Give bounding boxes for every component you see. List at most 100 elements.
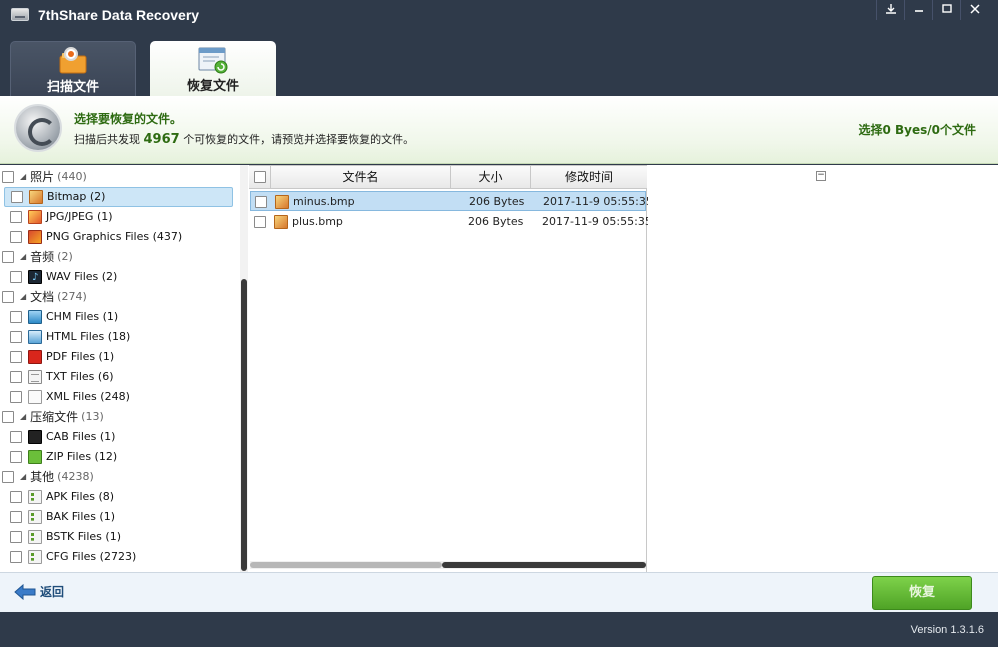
gen-file-icon bbox=[28, 530, 42, 544]
category-checkbox[interactable] bbox=[2, 471, 14, 483]
tree-category[interactable]: ◢ 其他 (4238) bbox=[2, 467, 94, 487]
tree-file-type[interactable]: TXT Files (6) bbox=[10, 367, 114, 387]
file-type-checkbox[interactable] bbox=[10, 231, 22, 243]
gen-file-icon bbox=[28, 510, 42, 524]
expand-triangle-icon[interactable]: ◢ bbox=[20, 467, 26, 487]
tree-scrollbar[interactable] bbox=[240, 165, 248, 572]
pdf-file-icon bbox=[28, 350, 42, 364]
select-all-cell bbox=[249, 166, 271, 189]
file-type-checkbox[interactable] bbox=[10, 491, 22, 503]
header-summary: 扫描后共发现 4967 个可恢复的文件，请预览并选择要恢复的文件。 bbox=[74, 131, 414, 147]
file-type-label: CFG Files (2723) bbox=[46, 550, 137, 563]
select-all-checkbox[interactable] bbox=[253, 171, 266, 183]
tree-category[interactable]: ◢ 音频 (2) bbox=[2, 247, 73, 267]
list-hscrollbar[interactable] bbox=[250, 561, 646, 569]
tree-file-type[interactable]: BSTK Files (1) bbox=[10, 527, 121, 547]
tree-file-type[interactable]: BAK Files (1) bbox=[10, 507, 115, 527]
file-type-checkbox[interactable] bbox=[10, 211, 22, 223]
file-type-checkbox[interactable] bbox=[10, 351, 22, 363]
file-type-tree: ◢ 照片 (440) Bitmap (2) JPG/JPEG (1) PNG Graphi… bbox=[0, 165, 248, 572]
recover-icon bbox=[197, 46, 229, 74]
preview-pane: − bbox=[648, 165, 998, 572]
minimize-icon[interactable] bbox=[904, 0, 932, 20]
tree-category[interactable]: ◢ 压缩文件 (13) bbox=[2, 407, 104, 427]
file-type-label: BSTK Files (1) bbox=[46, 530, 121, 543]
tree-file-type[interactable]: HTML Files (18) bbox=[10, 327, 130, 347]
file-checkbox[interactable] bbox=[255, 196, 267, 208]
file-type-checkbox[interactable] bbox=[10, 511, 22, 523]
column-modified[interactable]: 修改时间 bbox=[531, 166, 647, 189]
expand-triangle-icon[interactable]: ◢ bbox=[20, 407, 26, 427]
tree-file-type[interactable]: APK Files (8) bbox=[10, 487, 114, 507]
file-checkbox[interactable] bbox=[254, 216, 266, 228]
tree-category[interactable]: ◢ 文档 (274) bbox=[2, 287, 87, 307]
category-checkbox[interactable] bbox=[2, 251, 14, 263]
bmp-file-icon bbox=[29, 190, 43, 204]
category-count: (13) bbox=[81, 410, 104, 423]
tree-file-type[interactable]: PDF Files (1) bbox=[10, 347, 114, 367]
file-type-checkbox[interactable] bbox=[10, 331, 22, 343]
tab-recover-files[interactable]: 恢复文件 bbox=[150, 41, 276, 96]
file-type-label: WAV Files (2) bbox=[46, 270, 118, 283]
file-type-checkbox[interactable] bbox=[10, 371, 22, 383]
file-type-checkbox[interactable] bbox=[10, 551, 22, 563]
back-label: 返回 bbox=[40, 585, 65, 599]
tree-file-type[interactable]: PNG Graphics Files (437) bbox=[10, 227, 182, 247]
file-type-checkbox[interactable] bbox=[11, 191, 23, 203]
selection-status: 选择0 Byes/0个文件 bbox=[858, 123, 976, 137]
summary-suffix: 个可恢复的文件，请预览并选择要恢复的文件。 bbox=[183, 133, 415, 146]
category-count: (440) bbox=[57, 170, 87, 183]
file-modified: 2017-11-9 05:55:35 bbox=[543, 195, 653, 208]
tree-file-type[interactable]: CFG Files (2723) bbox=[10, 547, 136, 567]
file-type-label: XML Files (248) bbox=[46, 390, 130, 403]
tree-category[interactable]: ◢ 照片 (440) bbox=[2, 167, 87, 187]
column-size[interactable]: 大小 bbox=[451, 166, 531, 189]
tree-file-type[interactable]: CHM Files (1) bbox=[10, 307, 118, 327]
file-type-checkbox[interactable] bbox=[10, 311, 22, 323]
xml-file-icon bbox=[28, 390, 42, 404]
scan-icon bbox=[58, 47, 90, 75]
category-checkbox[interactable] bbox=[2, 411, 14, 423]
tab-scan-files[interactable]: 扫描文件 bbox=[10, 41, 136, 96]
file-type-checkbox[interactable] bbox=[10, 531, 22, 543]
column-name[interactable]: 文件名 bbox=[271, 166, 451, 189]
tree-scroll-thumb[interactable] bbox=[241, 279, 247, 571]
file-type-checkbox[interactable] bbox=[10, 391, 22, 403]
recover-button[interactable]: 恢复 bbox=[872, 576, 972, 610]
expand-triangle-icon[interactable]: ◢ bbox=[20, 247, 26, 267]
category-count: (2) bbox=[57, 250, 73, 263]
file-type-checkbox[interactable] bbox=[10, 271, 22, 283]
category-checkbox[interactable] bbox=[2, 171, 14, 183]
expand-triangle-icon[interactable]: ◢ bbox=[20, 167, 26, 187]
category-count: (274) bbox=[57, 290, 87, 303]
cab-file-icon bbox=[28, 430, 42, 444]
file-list: 文件名 大小 修改时间 minus.bmp 206 Bytes 2017-11-9 … bbox=[249, 165, 653, 572]
tree-file-type[interactable]: Bitmap (2) bbox=[4, 187, 233, 207]
tree-file-type[interactable]: ZIP Files (12) bbox=[10, 447, 117, 467]
file-row[interactable]: plus.bmp 206 Bytes 2017-11-9 05:55:35 bbox=[250, 212, 652, 232]
wav-file-icon bbox=[28, 268, 42, 288]
file-name: minus.bmp bbox=[293, 195, 355, 208]
recovery-wizard-icon bbox=[14, 104, 62, 152]
file-type-checkbox[interactable] bbox=[10, 451, 22, 463]
maximize-icon[interactable] bbox=[932, 0, 960, 20]
category-count: (4238) bbox=[57, 470, 94, 483]
tree-file-type[interactable]: JPG/JPEG (1) bbox=[10, 207, 113, 227]
tree-file-type[interactable]: WAV Files (2) bbox=[10, 267, 118, 288]
file-type-checkbox[interactable] bbox=[10, 431, 22, 443]
file-row[interactable]: minus.bmp 206 Bytes 2017-11-9 05:55:35 bbox=[250, 191, 653, 211]
expand-triangle-icon[interactable]: ◢ bbox=[20, 287, 26, 307]
file-type-label: CHM Files (1) bbox=[46, 310, 119, 323]
download-icon[interactable] bbox=[876, 0, 904, 20]
tree-file-type[interactable]: XML Files (248) bbox=[10, 387, 130, 407]
collapse-preview-button[interactable]: − bbox=[816, 171, 826, 181]
gen-file-icon bbox=[28, 490, 42, 504]
png-file-icon bbox=[28, 230, 42, 244]
tree-file-type[interactable]: CAB Files (1) bbox=[10, 427, 115, 447]
list-scroll-track[interactable] bbox=[250, 562, 442, 568]
list-scroll-thumb[interactable] bbox=[442, 562, 646, 568]
close-icon[interactable] bbox=[960, 0, 988, 20]
back-button[interactable]: 返回 bbox=[14, 583, 64, 600]
file-type-label: Bitmap (2) bbox=[47, 190, 106, 203]
category-checkbox[interactable] bbox=[2, 291, 14, 303]
